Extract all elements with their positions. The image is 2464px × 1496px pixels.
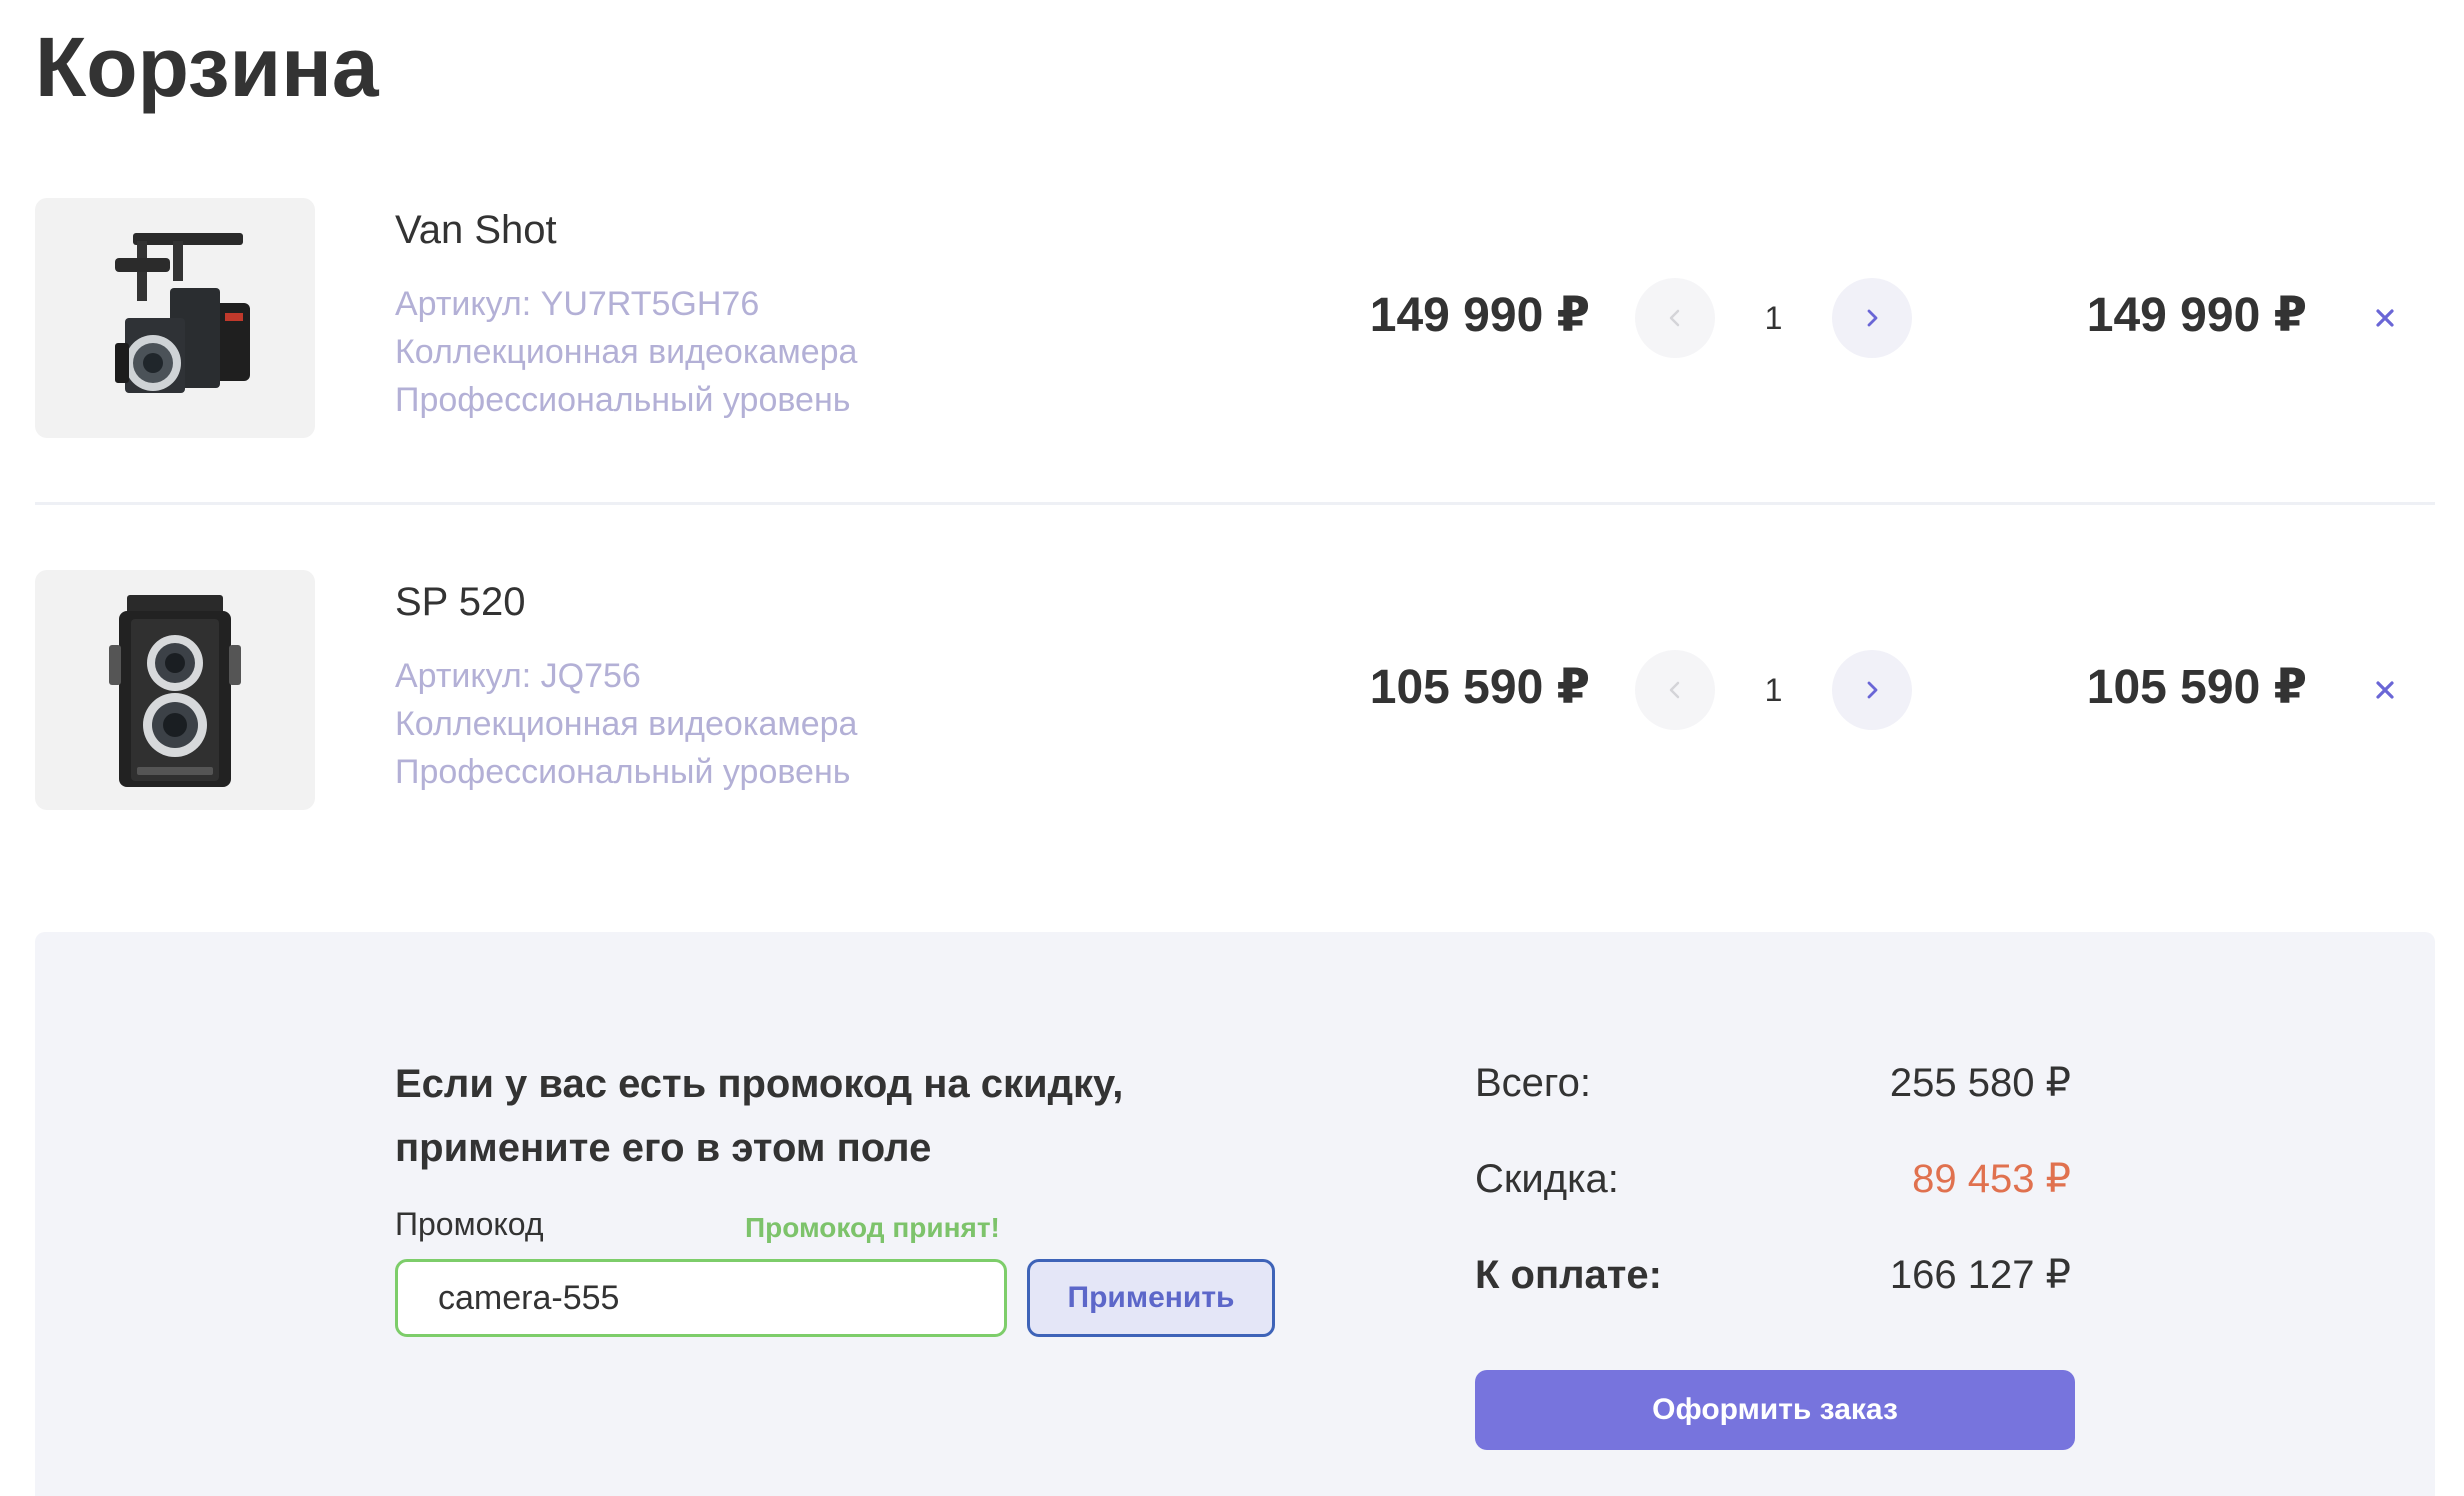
checkout-button[interactable]: Оформить заказ [1475, 1370, 2075, 1450]
video-camera-icon [115, 233, 250, 393]
quantity-value: 1 [1764, 300, 1783, 336]
product-image[interactable] [35, 198, 315, 438]
chevron-left-icon [1669, 681, 1680, 699]
twin-lens-camera-icon [109, 595, 241, 787]
unit-price: 149 990 ₽ [1369, 289, 1590, 342]
line-total: 149 990 ₽ [2086, 289, 2307, 342]
increase-quantity-button[interactable] [1832, 278, 1912, 358]
line-total: 105 590 ₽ [2086, 661, 2307, 714]
decrease-quantity-button[interactable] [1635, 650, 1715, 730]
close-icon [2376, 681, 2394, 699]
promo-heading: Если у вас есть промокод на скидку, прим… [395, 1062, 1124, 1170]
order-summary-panel: Если у вас есть промокод на скидку, прим… [35, 932, 2435, 1496]
product-level: Профессиональный уровень [395, 381, 851, 419]
total-label: Всего: [1475, 1061, 1591, 1105]
chevron-left-icon [1669, 309, 1680, 327]
promo-label: Промокод [395, 1206, 544, 1242]
apply-promo-button[interactable]: Применить [1027, 1259, 1275, 1337]
quantity-value: 1 [1764, 672, 1783, 708]
promo-status: Промокод принят! [745, 1212, 1000, 1243]
total-value: 255 580 ₽ [1889, 1061, 2071, 1105]
chevron-right-icon [1867, 681, 1878, 699]
remove-item-button[interactable] [2365, 298, 2405, 338]
product-level: Профессиональный уровень [395, 753, 851, 791]
product-sku: Артикул: JQ756 [395, 657, 641, 695]
decrease-quantity-button[interactable] [1635, 278, 1715, 358]
product-image[interactable] [35, 570, 315, 810]
page-title: Корзина [35, 20, 379, 114]
discount-value: 89 453 ₽ [1912, 1157, 2071, 1201]
promo-code-input[interactable] [395, 1259, 1007, 1337]
close-icon [2376, 309, 2394, 327]
discount-label: Скидка: [1475, 1157, 1619, 1201]
cart-item: Van Shot Артикул: YU7RT5GH76 Коллекционн… [35, 198, 2435, 438]
amount-due-label: К оплате: [1475, 1253, 1662, 1297]
item-divider [35, 502, 2435, 505]
remove-item-button[interactable] [2365, 670, 2405, 710]
cart-item: SP 520 Артикул: JQ756 Коллекционная виде… [35, 570, 2435, 810]
chevron-right-icon [1867, 309, 1878, 327]
product-sku: Артикул: YU7RT5GH76 [395, 285, 760, 323]
increase-quantity-button[interactable] [1832, 650, 1912, 730]
product-name[interactable]: Van Shot [395, 206, 557, 254]
unit-price: 105 590 ₽ [1369, 661, 1590, 714]
product-name[interactable]: SP 520 [395, 578, 526, 626]
amount-due-value: 166 127 ₽ [1889, 1253, 2071, 1297]
product-description: Коллекционная видеокамера [395, 333, 858, 371]
product-description: Коллекционная видеокамера [395, 705, 858, 743]
